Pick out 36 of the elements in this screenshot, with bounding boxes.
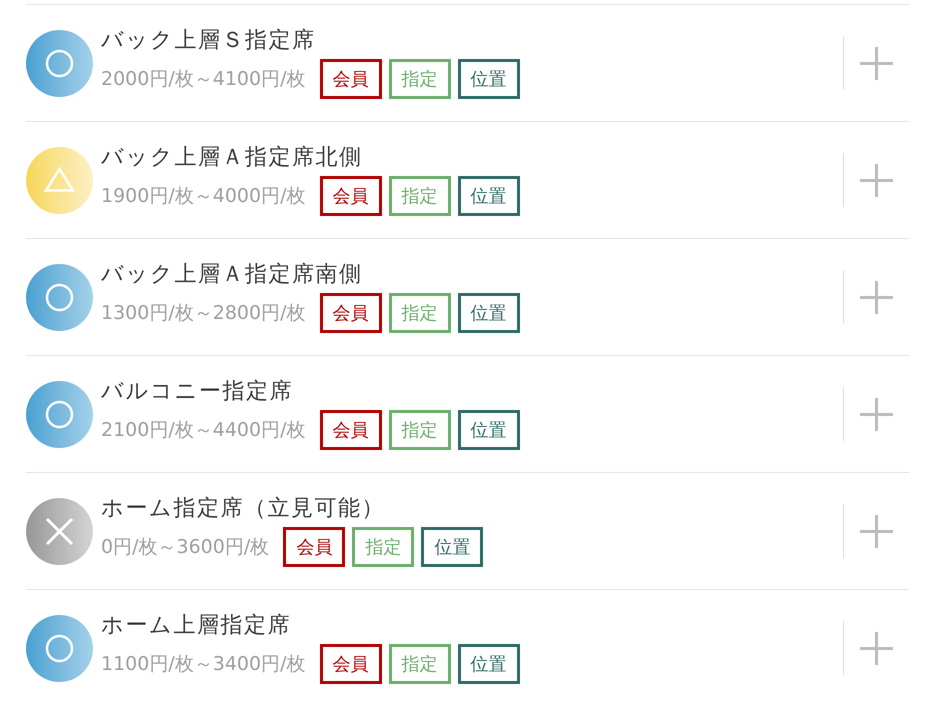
price-range: 1100円/枚～3400円/枚 <box>101 652 306 676</box>
price-range: 1900円/枚～4000円/枚 <box>101 184 306 208</box>
seat-title: バック上層Ａ指定席南側 <box>101 261 364 287</box>
tag: 会員 <box>283 527 346 567</box>
tag: 指定 <box>388 176 451 216</box>
seat-title: バック上層Ａ指定席北側 <box>101 144 364 170</box>
tag: 位置 <box>458 59 520 99</box>
plus-icon <box>860 398 893 430</box>
tag: 位置 <box>458 176 520 216</box>
plus-icon <box>860 280 893 314</box>
tag: 会員 <box>320 293 382 333</box>
tag: 指定 <box>388 410 451 450</box>
tag: 指定 <box>388 59 451 99</box>
tag: 会員 <box>320 59 382 99</box>
tag: 指定 <box>352 527 414 567</box>
price-range: 1300円/枚～2800円/枚 <box>101 301 306 325</box>
seat-title: ホーム指定席（立見可能） <box>101 495 386 521</box>
seat-title: ホーム上層指定席 <box>101 612 292 638</box>
tag: 会員 <box>320 410 382 450</box>
tag: 位置 <box>458 410 520 450</box>
price-range: 2000円/枚～4100円/枚 <box>101 67 306 91</box>
tag: 会員 <box>320 176 382 216</box>
price-range: 0円/枚～3600円/枚 <box>101 535 270 559</box>
tag: 指定 <box>388 644 451 684</box>
tag: 会員 <box>320 644 382 684</box>
plus-icon <box>860 46 893 80</box>
tag: 位置 <box>458 293 520 333</box>
plus-icon <box>860 632 893 664</box>
seat-title: バック上層Ｓ指定席 <box>101 27 316 53</box>
price-range: 2100円/枚～4400円/枚 <box>101 418 306 442</box>
tag: 位置 <box>458 644 520 684</box>
tag: 指定 <box>388 293 451 333</box>
plus-icon <box>860 164 893 196</box>
seat-title: バルコニー指定席 <box>101 378 294 404</box>
tag: 位置 <box>421 527 484 567</box>
plus-icon <box>860 514 893 548</box>
